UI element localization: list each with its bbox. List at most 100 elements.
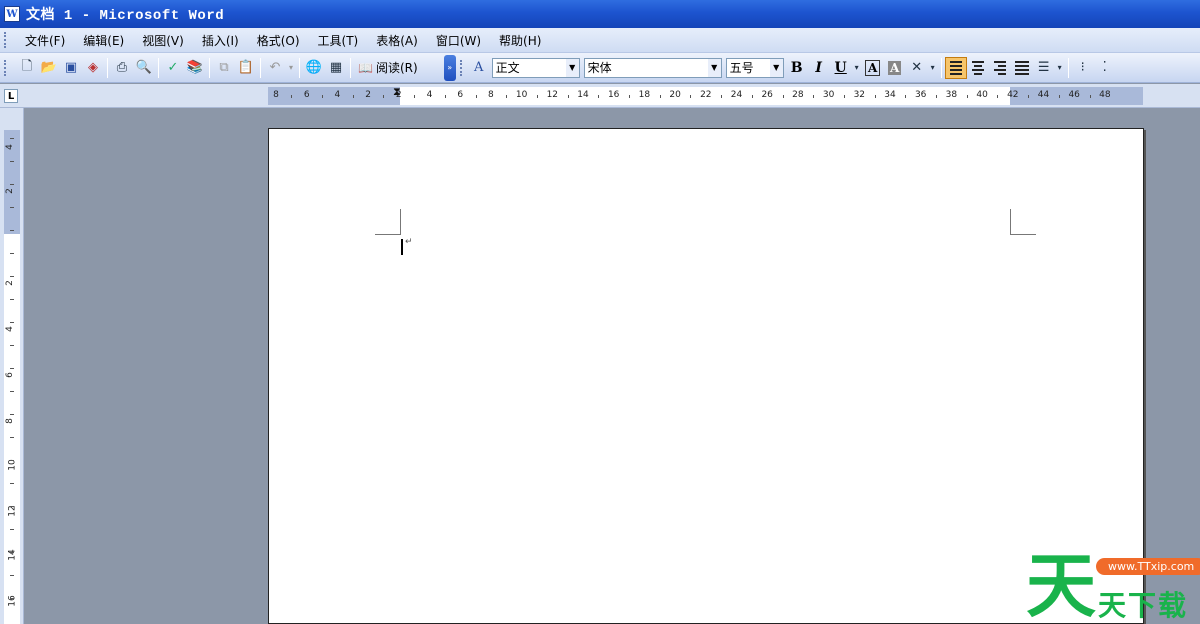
ruler-label: 46 xyxy=(1068,90,1080,100)
ruler-label: 24 xyxy=(730,90,743,100)
chevron-down-icon[interactable]: ▼ xyxy=(565,58,579,77)
print-icon[interactable]: ⎙ xyxy=(111,57,133,79)
line-spacing-icon[interactable]: ☰ xyxy=(1033,57,1055,79)
bullets-icon[interactable]: ⁚ xyxy=(1094,57,1116,79)
ruler-tick xyxy=(997,95,999,98)
vertical-ruler-label: 2 xyxy=(4,280,15,286)
style-combo[interactable]: 正文 ▼ xyxy=(491,57,580,78)
spelling-icon[interactable]: ✓ xyxy=(162,57,184,79)
ruler-tick xyxy=(1089,95,1091,98)
ruler-label: 6 xyxy=(303,90,310,100)
bold-button[interactable]: B xyxy=(786,57,808,79)
text-cursor xyxy=(401,239,403,255)
numbering-icon[interactable]: ⁝ xyxy=(1072,57,1094,79)
align-right-button[interactable] xyxy=(989,57,1011,79)
text-effects-dropdown-icon[interactable]: ▾ xyxy=(928,57,938,79)
chevron-down-icon[interactable]: ▼ xyxy=(707,58,721,77)
toolbar-separator xyxy=(209,57,210,78)
chevron-down-icon[interactable]: ▼ xyxy=(769,58,783,77)
tab-selector[interactable]: L xyxy=(4,89,18,103)
ruler-label: 16 xyxy=(607,90,620,100)
align-center-button[interactable] xyxy=(967,57,989,79)
vertical-ruler-label: 4 xyxy=(4,326,15,332)
menu-format[interactable]: 格式(O) xyxy=(248,30,309,51)
undo-dropdown-icon[interactable]: ▾ xyxy=(286,57,296,79)
menu-help[interactable]: 帮助(H) xyxy=(490,30,550,51)
toolbar-separator xyxy=(350,57,351,78)
ruler-label: 42 xyxy=(1007,90,1019,100)
new-document-icon[interactable]: 🗋 xyxy=(16,57,38,79)
ruler-label: 4 xyxy=(426,90,433,100)
underline-button[interactable]: U xyxy=(830,57,852,79)
print-preview-icon[interactable]: 🔍 xyxy=(133,57,155,79)
open-folder-icon[interactable]: 📂 xyxy=(38,57,60,79)
vertical-ruler-label: 14 xyxy=(7,549,18,561)
font-size-combo[interactable]: 五号 ▼ xyxy=(725,57,784,78)
paste-icon[interactable]: 📋 xyxy=(235,57,257,79)
ruler-label: 4 xyxy=(334,90,341,100)
ruler-tick xyxy=(322,95,324,98)
italic-button[interactable]: I xyxy=(808,57,830,79)
menu-tools[interactable]: 工具(T) xyxy=(309,30,368,51)
vertical-ruler[interactable]: 4 2 2 4 6 8 10 12 14 16 xyxy=(4,130,20,624)
toolbar-options-icon[interactable]: » xyxy=(443,54,456,81)
ruler-label: 12 xyxy=(546,90,559,100)
table-icon[interactable]: ▦ xyxy=(325,57,347,79)
menu-edit[interactable]: 编辑(E) xyxy=(74,30,133,51)
menu-view[interactable]: 视图(V) xyxy=(133,30,193,51)
vertical-ruler-tick xyxy=(10,437,14,438)
word-app-icon[interactable]: W xyxy=(4,6,20,22)
ruler-label: 20 xyxy=(669,90,681,100)
menu-table[interactable]: 表格(A) xyxy=(367,30,427,51)
vertical-ruler-label: 6 xyxy=(4,372,15,378)
site-watermark: 天 www.TTxip.com 天下载 xyxy=(1020,548,1200,624)
toolbar-separator xyxy=(940,57,942,78)
research-icon[interactable]: 📚 xyxy=(184,57,206,79)
vertical-ruler-tick xyxy=(10,598,14,599)
vertical-ruler-label: 2 xyxy=(4,188,15,194)
underline-dropdown-icon[interactable]: ▾ xyxy=(852,57,862,79)
save-icon[interactable]: ▣ xyxy=(60,57,82,79)
horizontal-ruler[interactable]: ⧗ 8 6 4 2 2 4 6 8 10 12 14 16 18 20 22 24 26 28 30 32 34 36 38… xyxy=(268,85,1143,105)
line-spacing-dropdown-icon[interactable]: ▾ xyxy=(1055,57,1065,79)
character-shading-button[interactable]: A xyxy=(884,57,906,79)
ruler-label: 22 xyxy=(700,90,712,100)
horizontal-ruler-bar: L ⧗ 8 6 4 2 2 4 6 8 10 12 14 16 18 20 22 24 26 28 30 32 34 36… xyxy=(0,84,1200,108)
copy-icon[interactable]: ⧉ xyxy=(213,57,235,79)
menu-insert[interactable]: 插入(I) xyxy=(193,30,248,51)
ruler-label: 32 xyxy=(853,90,866,100)
ruler-tick xyxy=(813,95,815,98)
vertical-ruler-tick xyxy=(10,414,14,415)
toolbar-grip-handle[interactable] xyxy=(4,59,8,76)
style-value: 正文 xyxy=(495,61,520,75)
ruler-tick xyxy=(659,95,661,98)
ruler-tick xyxy=(751,95,753,98)
document-page[interactable]: ↵ xyxy=(268,128,1144,624)
ruler-label: 40 xyxy=(976,90,988,100)
align-justify-icon xyxy=(949,60,962,75)
menu-grip-handle[interactable] xyxy=(4,32,8,48)
styles-formatting-icon[interactable]: A xyxy=(468,57,490,79)
character-border-button[interactable]: A xyxy=(862,57,884,79)
ruler-tick xyxy=(536,95,538,98)
vertical-ruler-tick xyxy=(10,322,14,323)
undo-icon[interactable]: ↶ xyxy=(264,57,286,79)
menu-file[interactable]: 文件(F) xyxy=(16,30,74,51)
text-effects-icon[interactable]: ✕ xyxy=(906,57,928,79)
distributed-align-button[interactable] xyxy=(1011,57,1033,79)
align-justify-button[interactable] xyxy=(944,56,967,79)
permission-icon[interactable]: ◈ xyxy=(82,57,104,79)
formatting-grip-handle[interactable] xyxy=(459,59,464,76)
hyperlink-icon[interactable]: 🌐 xyxy=(303,57,325,79)
vertical-ruler-tick xyxy=(10,460,14,461)
vertical-ruler-tick xyxy=(10,552,14,553)
ruler-label: 6 xyxy=(457,90,464,100)
ruler-tick xyxy=(414,95,416,98)
font-combo[interactable]: 宋体 ▼ xyxy=(583,57,722,78)
toolbar-separator xyxy=(107,57,108,78)
read-button[interactable]: 📖 阅读(R) xyxy=(354,57,422,79)
toolbar-separator xyxy=(260,57,261,78)
vertical-ruler-tick xyxy=(10,253,14,254)
menu-window[interactable]: 窗口(W) xyxy=(427,30,490,51)
font-value: 宋体 xyxy=(587,61,612,75)
